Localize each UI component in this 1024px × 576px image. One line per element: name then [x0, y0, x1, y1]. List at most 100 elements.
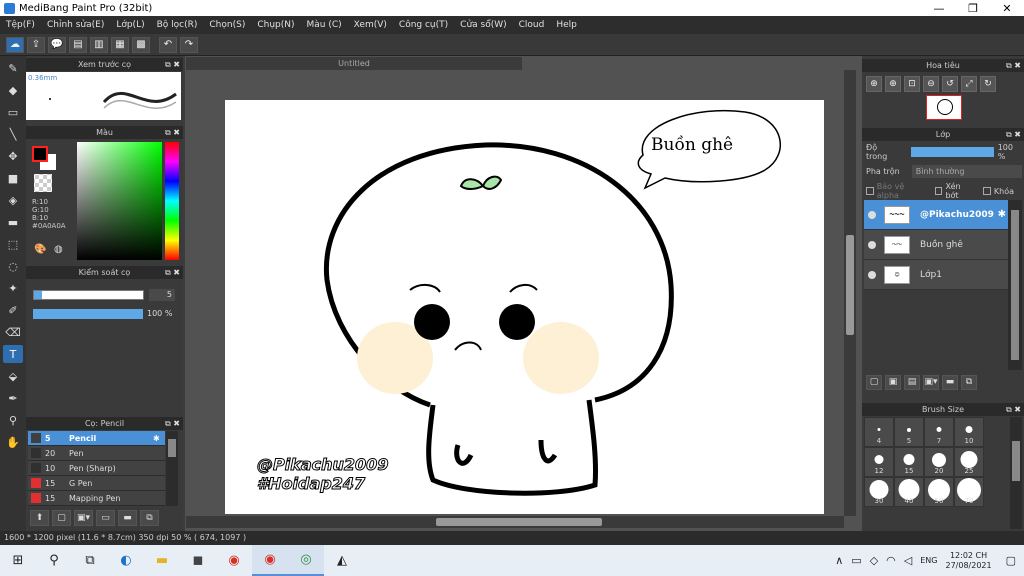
drawing-canvas[interactable]: Buồn ghê @Pikachu2009 #Hoidap247	[225, 100, 824, 514]
store-icon[interactable]: ◼	[180, 545, 216, 576]
dropper-tool-icon[interactable]: ✒	[3, 389, 23, 407]
brush-opacity-slider[interactable]	[33, 309, 143, 319]
chevron-up-icon[interactable]: ∧	[835, 554, 843, 567]
brush-size-slider[interactable]	[33, 290, 144, 300]
brush-size-cell[interactable]: 5	[894, 417, 924, 447]
new-8bit-layer-icon[interactable]: ▤	[904, 375, 920, 390]
saturation-value-picker[interactable]	[77, 142, 162, 260]
panel-controls[interactable]: ⧉ ✖	[165, 126, 180, 139]
navigator-thumbnail[interactable]	[926, 95, 962, 120]
line-tool-icon[interactable]: ╲	[3, 125, 23, 143]
start-icon[interactable]: ⊞	[0, 545, 36, 576]
brush-list-scrollbar[interactable]	[166, 431, 178, 506]
scrollbar-thumb[interactable]	[168, 439, 176, 457]
brush-size-cell[interactable]: 12	[864, 447, 894, 477]
panel-controls[interactable]: ⧉ ✖	[165, 417, 180, 430]
lock-option[interactable]: Khóa	[982, 187, 1014, 196]
rectangle-tool-icon[interactable]: ▭	[3, 103, 23, 121]
menu-filter[interactable]: Bộ lọc(R)	[157, 20, 198, 30]
brush-size-value[interactable]: 5	[149, 289, 175, 301]
page-icon[interactable]: ▥	[90, 36, 108, 53]
brush-size-cell[interactable]: 70	[954, 477, 984, 507]
pipette-tool-icon[interactable]: ⚲	[3, 411, 23, 429]
panel-controls[interactable]: ⧉ ✖	[1006, 59, 1021, 72]
layer-item-lop1[interactable]: ☺ Lớp1	[864, 260, 1008, 290]
grid-icon[interactable]: ▩	[132, 36, 150, 53]
visibility-icon[interactable]	[868, 240, 876, 249]
comment-icon[interactable]: 💬	[48, 36, 66, 53]
brush-size-cell[interactable]: 4	[864, 417, 894, 447]
brush-size-cell[interactable]: 15	[894, 447, 924, 477]
transparent-color-swatch[interactable]	[34, 174, 52, 192]
lasso-tool-icon[interactable]: ◌	[3, 257, 23, 275]
panel-controls[interactable]: ⧉ ✖	[1006, 128, 1021, 141]
brush-item-g-pen[interactable]: 15 G Pen	[28, 476, 165, 491]
visibility-icon[interactable]	[868, 270, 876, 279]
zoom-fit-icon[interactable]: ⊕	[885, 76, 901, 92]
canvas-horizontal-scrollbar[interactable]	[186, 516, 844, 528]
note-icon[interactable]: ▤	[69, 36, 87, 53]
foreground-color-swatch[interactable]	[32, 146, 48, 162]
lock-checkbox[interactable]	[982, 187, 991, 195]
brush-new-icon[interactable]: ▢	[52, 510, 71, 526]
duplicate-layer-icon[interactable]: ⧉	[961, 375, 977, 390]
clipping-option[interactable]: Xén bớt	[934, 182, 975, 200]
close-button[interactable]: ✕	[990, 2, 1024, 15]
panel-controls[interactable]: ⧉ ✖	[1006, 403, 1021, 416]
medibang-icon[interactable]: ◎	[288, 545, 324, 576]
new-layer-icon[interactable]: ▢	[866, 375, 882, 390]
clock[interactable]: 12:02 CH 27/08/2021	[945, 551, 991, 571]
brush-size-cell[interactable]: 50	[924, 477, 954, 507]
menu-color[interactable]: Màu (C)	[307, 20, 342, 30]
visibility-icon[interactable]	[868, 210, 876, 219]
brush-size-cell[interactable]: 10	[954, 417, 984, 447]
task-view-icon[interactable]: ⧉	[72, 545, 108, 576]
operation-tool-icon[interactable]: ⬙	[3, 367, 23, 385]
protect-alpha-option[interactable]: Bảo vệ alpha	[866, 182, 927, 200]
layer-item-buon-ghe[interactable]: ～～ Buồn ghê	[864, 230, 1008, 260]
menu-tools[interactable]: Công cụ(T)	[399, 20, 448, 30]
menu-select[interactable]: Chọn(S)	[209, 20, 245, 30]
volume-icon[interactable]: ◁	[904, 554, 912, 567]
share-icon[interactable]: ⇪	[27, 36, 45, 53]
maximize-button[interactable]: ❐	[956, 2, 990, 15]
canvas-vertical-scrollbar[interactable]	[844, 70, 856, 516]
gear-icon[interactable]: ✱	[998, 209, 1006, 220]
brush-size-cell[interactable]: 7	[924, 417, 954, 447]
panel-controls[interactable]: ⧉ ✖	[165, 266, 180, 279]
layer-item-pikachu[interactable]: ～～～ @Pikachu2009 ✱	[864, 200, 1008, 230]
magic-wand-tool-icon[interactable]: ✦	[3, 279, 23, 297]
brush-size-cell[interactable]: 20	[924, 447, 954, 477]
wifi-icon[interactable]: ◠	[886, 554, 896, 567]
fill-rect-tool-icon[interactable]: ■	[3, 169, 23, 187]
file-explorer-icon[interactable]: ▬	[144, 545, 180, 576]
language-indicator[interactable]: ENG	[920, 556, 937, 565]
app-icon[interactable]: ◭	[324, 545, 360, 576]
eraser-tool-icon[interactable]: ◆	[3, 81, 23, 99]
brush-folder-icon[interactable]: ▭	[96, 510, 115, 526]
search-icon[interactable]: ⚲	[36, 545, 72, 576]
brush-size-cell[interactable]: 25	[954, 447, 984, 477]
layer-folder-icon[interactable]: ▬	[942, 375, 958, 390]
brush-item-pen[interactable]: 20 Pen	[28, 446, 165, 461]
zoom-out-icon[interactable]: ⊖	[923, 76, 939, 92]
menu-help[interactable]: Help	[556, 20, 577, 30]
select-rect-tool-icon[interactable]: ⬚	[3, 235, 23, 253]
rotate-right-icon[interactable]: ↻	[980, 76, 996, 92]
brush-size-scrollbar[interactable]	[1010, 417, 1022, 529]
menu-file[interactable]: Tệp(F)	[6, 20, 35, 30]
brush-tool-icon[interactable]: ✎	[3, 59, 23, 77]
scrollbar-thumb[interactable]	[1012, 441, 1020, 481]
text-tool-icon[interactable]: T	[3, 345, 23, 363]
fit-screen-icon[interactable]: ⤢	[961, 76, 977, 92]
actual-size-icon[interactable]: ⊡	[904, 76, 920, 92]
redo-icon[interactable]: ↷	[180, 36, 198, 53]
brush-size-cell[interactable]: 40	[894, 477, 924, 507]
menu-edit[interactable]: Chỉnh sửa(E)	[47, 20, 104, 30]
scrollbar-thumb[interactable]	[846, 235, 854, 335]
clipping-checkbox[interactable]	[934, 187, 943, 195]
cloud-icon[interactable]: ☁	[6, 36, 24, 53]
menu-capture[interactable]: Chụp(N)	[257, 20, 294, 30]
brush-item-pen-sharp[interactable]: 10 Pen (Sharp)	[28, 461, 165, 476]
network-icon[interactable]: ◇	[870, 554, 878, 567]
